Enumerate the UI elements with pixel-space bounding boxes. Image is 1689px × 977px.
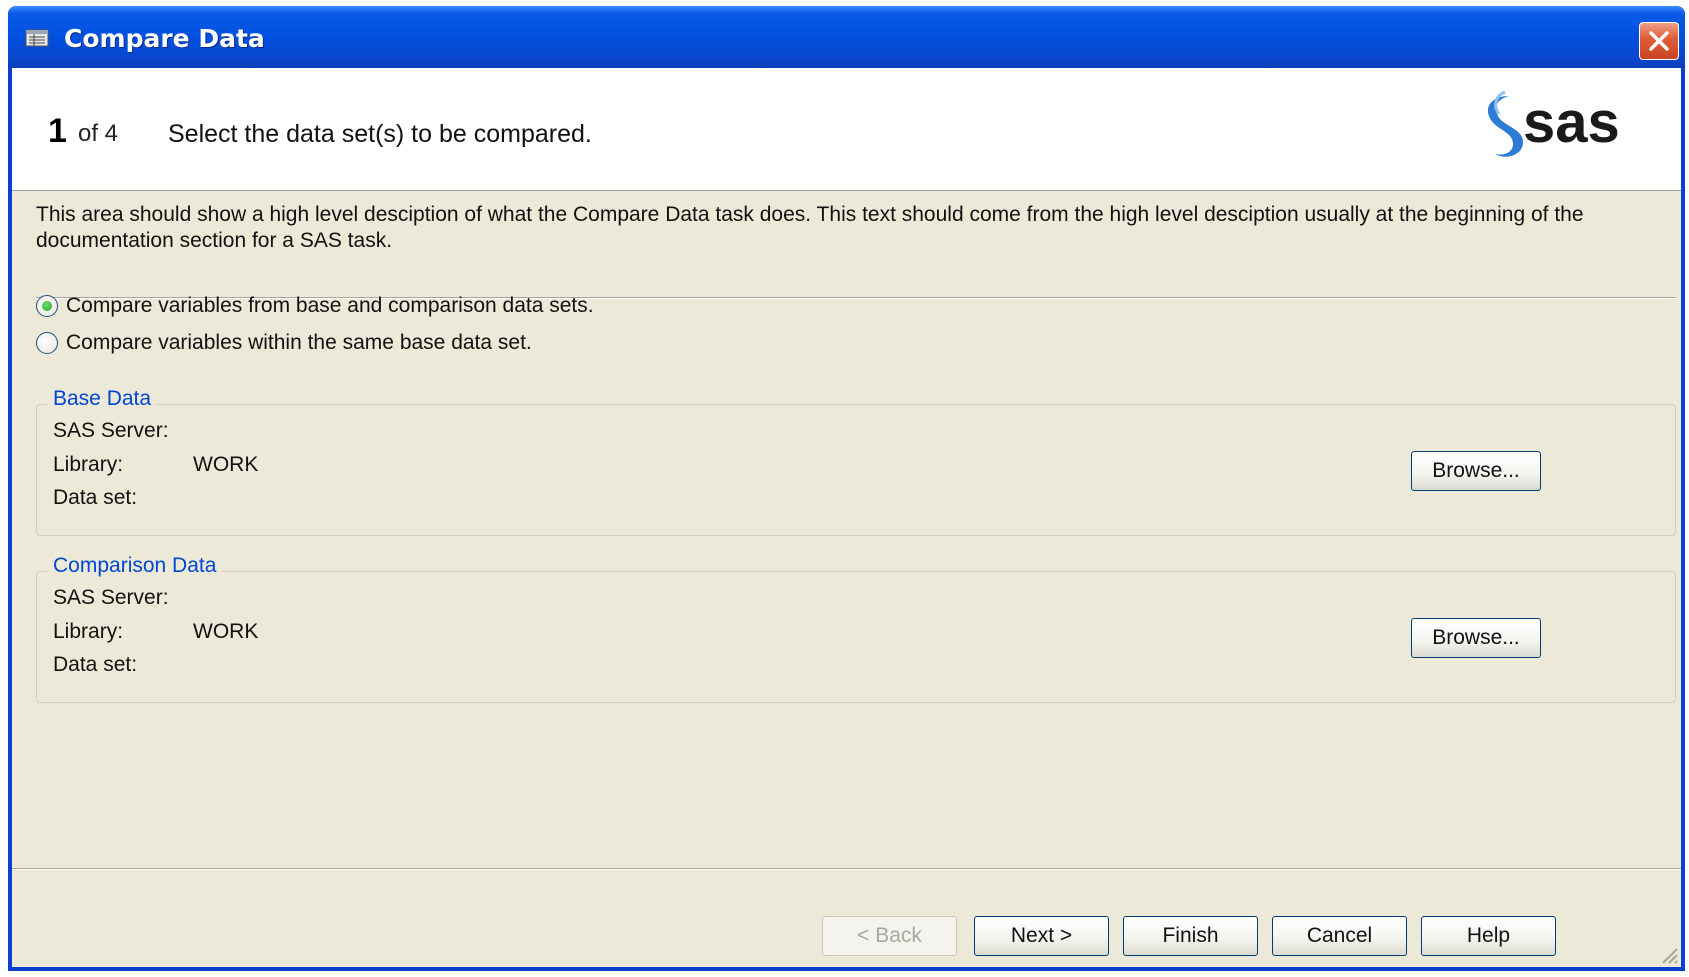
cancel-button[interactable]: Cancel [1272,916,1407,956]
step-number: 1 [48,112,67,150]
library-label: Library: [53,620,124,643]
app-icon [25,29,49,47]
svg-text:sas: sas [1523,90,1620,155]
radio-button-checked[interactable] [36,295,58,317]
step-count: of 4 [78,120,119,147]
browse-base-button[interactable]: Browse... [1411,451,1541,491]
sas-logo: sas [1487,90,1620,157]
data-set-label: Data set: [53,486,138,509]
group-legend: Comparison Data [47,554,223,578]
wizard-header: 1 of 4 Select the data set(s) to be comp… [12,68,1681,191]
option-compare-within-base[interactable]: Compare variables within the same base d… [36,328,532,358]
option-compare-base-and-comparison[interactable]: Compare variables from base and comparis… [36,291,594,321]
back-button[interactable]: < Back [822,916,957,956]
radio-button[interactable] [36,332,58,354]
library-value: WORK [193,620,259,643]
radio-label: Compare variables within the same base d… [66,331,532,354]
sas-server-label: SAS Server: [53,419,169,442]
help-button[interactable]: Help [1421,916,1556,956]
group-legend: Base Data [47,387,158,411]
sas-server-label: SAS Server: [53,586,169,609]
task-description: This area should show a high level desci… [36,203,1584,252]
library-value: WORK [193,453,259,476]
browse-comparison-button[interactable]: Browse... [1411,618,1541,658]
radio-label: Compare variables from base and comparis… [66,294,594,317]
resize-grip-icon[interactable] [1657,943,1679,965]
comparison-data-group: Comparison Data SAS Server: Library: WOR… [36,554,1676,703]
close-button[interactable] [1639,22,1679,60]
window-title: Compare Data [64,24,265,53]
data-set-label: Data set: [53,653,138,676]
base-data-group: Base Data SAS Server: Library: WORK Data… [36,387,1676,536]
step-title: Select the data set(s) to be compared. [168,120,592,148]
close-icon [1649,31,1669,51]
library-label: Library: [53,453,124,476]
finish-button[interactable]: Finish [1123,916,1258,956]
footer-divider [12,868,1681,870]
next-button[interactable]: Next > [974,916,1109,956]
compare-data-dialog: Compare Data 1 of 4 Select the data set(… [8,6,1685,971]
title-bar[interactable]: Compare Data [8,6,1685,68]
